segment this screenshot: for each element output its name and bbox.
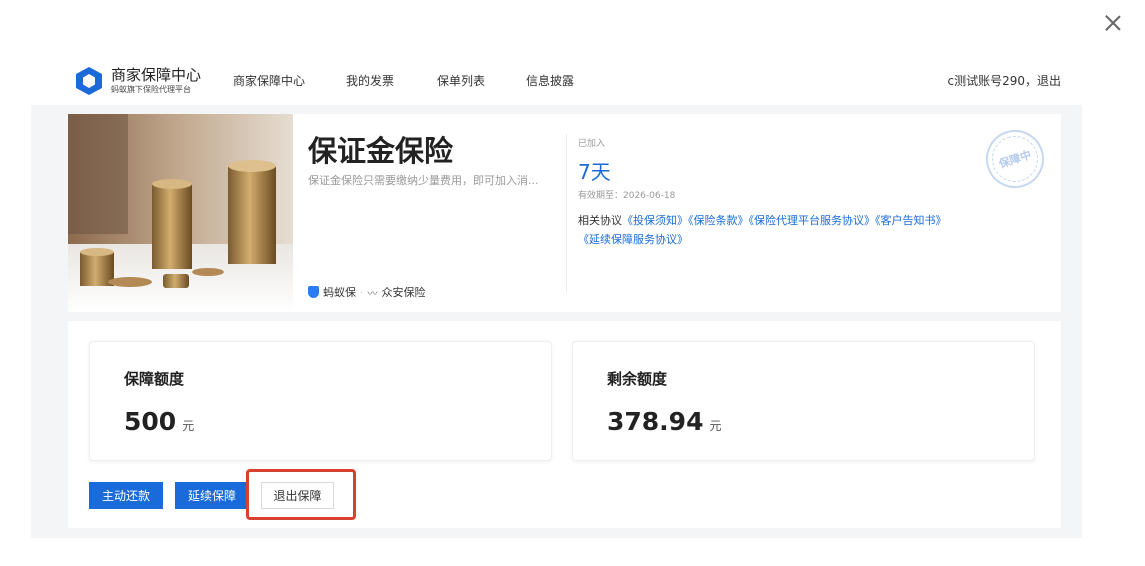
nav-item-invoices[interactable]: 我的发票 (346, 72, 394, 89)
nav-item-disclosure[interactable]: 信息披露 (526, 72, 574, 89)
top-navbar: 商家保障中心 蚂蚁旗下保险代理平台 商家保障中心 我的发票 保单列表 信息披露 … (31, 50, 1082, 105)
extend-protection-button[interactable]: 延续保障 (175, 482, 249, 509)
coverage-quota-card: 保障额度 500 元 (89, 341, 552, 461)
agreements-label: 相关协议 (578, 214, 622, 227)
provider-separator: · (360, 285, 364, 299)
nav-item-protection-center[interactable]: 商家保障中心 (233, 72, 305, 89)
agreement-link-terms[interactable]: 《保险条款》 (688, 214, 749, 227)
logo-icon (76, 67, 102, 95)
product-image (68, 114, 293, 312)
brand-title: 商家保障中心 (111, 66, 202, 84)
coverage-label: 保障额度 (124, 370, 185, 388)
page-container: 商家保障中心 蚂蚁旗下保险代理平台 商家保障中心 我的发票 保单列表 信息披露 … (31, 50, 1082, 538)
close-icon[interactable] (1102, 12, 1124, 34)
exit-protection-button[interactable]: 退出保障 (261, 482, 334, 509)
joined-days: 7天 (578, 160, 611, 184)
repay-button[interactable]: 主动还款 (89, 482, 163, 509)
product-description: 保证金保险只需要缴纳少量费用，即可加入消... (308, 174, 539, 187)
vertical-divider (566, 134, 567, 292)
nav-item-policy-list[interactable]: 保单列表 (437, 72, 485, 89)
coverage-unit: 元 (182, 419, 195, 433)
product-title: 保证金保险 (308, 134, 454, 168)
agreement-link-notice[interactable]: 《投保须知》 (622, 214, 688, 227)
status-stamp: 保障中 (978, 122, 1052, 196)
remaining-unit: 元 (709, 419, 722, 433)
zhongan-logo-icon: 〰 (367, 288, 378, 300)
quota-panel: 保障额度 500 元 剩余额度 378.94 元 主动还款 延续保障 退出保障 (68, 321, 1061, 528)
agreement-link-customer-notice[interactable]: 《客户告知书》 (875, 214, 947, 227)
antbao-shield-icon (308, 286, 319, 298)
coverage-amount: 500 元 (124, 407, 194, 436)
provider-zhongan: 众安保险 (381, 286, 426, 299)
agreement-link-platform[interactable]: 《保险代理平台服务协议》 (749, 214, 876, 227)
valid-until: 有效期至：2026-06-18 (578, 191, 676, 201)
remaining-value: 378.94 (607, 407, 704, 436)
joined-label: 已加入 (578, 139, 606, 149)
provider-row: 蚂蚁保 · 〰 众安保险 (308, 284, 426, 300)
agreements-list: 相关协议《投保须知》《保险条款》《保险代理平台服务协议》《客户告知书》《延续保障… (578, 211, 1048, 249)
stamp-text: 保障中 (997, 148, 1033, 171)
remaining-label: 剩余额度 (607, 370, 668, 388)
brand-subtitle: 蚂蚁旗下保险代理平台 (111, 85, 191, 94)
remaining-amount: 378.94 元 (607, 407, 722, 436)
coverage-value: 500 (124, 407, 177, 436)
product-card: 保证金保险 保证金保险只需要缴纳少量费用，即可加入消... 蚂蚁保 · 〰 众安… (68, 114, 1061, 312)
account-logout-link[interactable]: c测试账号290，退出 (947, 72, 1061, 89)
agreement-link-extension[interactable]: 《延续保障服务协议》 (578, 233, 688, 246)
provider-antbao: 蚂蚁保 (323, 286, 356, 299)
remaining-quota-card: 剩余额度 378.94 元 (572, 341, 1035, 461)
